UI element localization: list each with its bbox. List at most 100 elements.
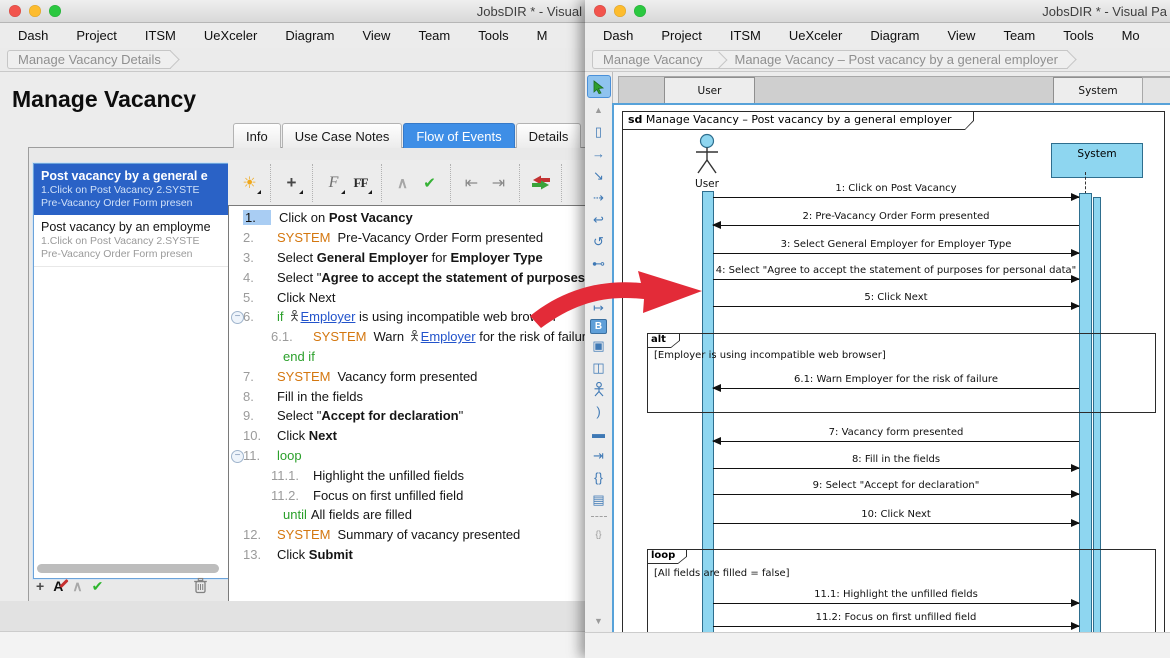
interaction-use-tool-icon[interactable]: ◫ [588, 357, 610, 378]
use-case-flow-item[interactable]: Post vacancy by an employme1.Click on Po… [34, 215, 228, 267]
brace-tool-icon[interactable]: {} [588, 523, 610, 544]
sequence-fragment-b-tool-icon[interactable]: B [590, 319, 607, 334]
message-arrow[interactable] [713, 388, 1079, 389]
menu-uexceler[interactable]: UeXceler [775, 28, 856, 43]
diagonal-message-tool-icon[interactable]: ↘ [588, 165, 610, 186]
flow-row[interactable]: 11.2.Focus on first unfilled field [229, 485, 585, 505]
termination-tool-icon[interactable]: ⇥ [588, 445, 610, 466]
menu-team[interactable]: Team [404, 28, 464, 43]
menu-team[interactable]: Team [989, 28, 1049, 43]
alt-guard[interactable]: [Employer is using incompatible web brow… [654, 350, 886, 361]
move-up-icon[interactable]: ∧ [389, 170, 416, 196]
message-arrow[interactable] [713, 523, 1079, 524]
constraint-tool-icon[interactable]: {} [588, 467, 610, 488]
combined-fragment-tool-icon[interactable]: ▣ [588, 335, 610, 356]
activation-tool-icon[interactable]: ▬ [588, 423, 610, 444]
add-step-icon[interactable]: + [278, 170, 305, 196]
message-label[interactable]: 3: Select General Employer for Employer … [713, 239, 1079, 250]
tab-use-case-notes[interactable]: Use Case Notes [282, 123, 403, 148]
flow-row[interactable]: 11.1.Highlight the unfilled fields [229, 465, 585, 485]
sequence-diagram-canvas[interactable]: sd Manage Vacancy – Post vacancy by a ge… [612, 103, 1170, 636]
font-italic-icon[interactable]: F [320, 170, 347, 196]
cursor-tool-icon[interactable] [587, 75, 611, 98]
close-button[interactable] [9, 5, 21, 17]
minimize-button[interactable] [29, 5, 41, 17]
breadcrumb-item[interactable]: Manage Vacancy Details [7, 50, 171, 69]
flow-row[interactable]: −6.ifEmployer is using incompatible web … [229, 307, 585, 327]
flow-row[interactable]: 6.1.SYSTEMWarn Employer for the risk of … [229, 327, 585, 347]
breadcrumb-item-current[interactable]: Manage Vacancy – Post vacancy by a gener… [735, 52, 1059, 67]
menu-dash[interactable]: Dash [4, 28, 62, 43]
menu-view[interactable]: View [933, 28, 989, 43]
collapse-icon[interactable]: − [231, 311, 244, 324]
continuation-tool-icon[interactable]: ) [588, 401, 610, 422]
menu-m[interactable]: M [523, 28, 562, 43]
message-arrow[interactable] [713, 603, 1079, 604]
message-arrow[interactable] [713, 279, 1079, 280]
message-label[interactable]: 11.2: Focus on first unfilled field [713, 612, 1079, 623]
message-label[interactable]: 2: Pre-Vacancy Order Form presented [713, 211, 1079, 222]
auto-number-icon[interactable]: ☀ [236, 170, 263, 196]
duration-message-tool-icon[interactable]: ⊷ [588, 253, 610, 274]
tab-info[interactable]: Info [233, 123, 281, 148]
message-arrow[interactable] [713, 494, 1079, 495]
minimize-button[interactable] [614, 5, 626, 17]
message-arrow[interactable] [713, 225, 1079, 226]
confirm-icon[interactable]: ✔ [92, 578, 104, 594]
message-label[interactable]: 4: Select "Agree to accept the statement… [713, 265, 1079, 276]
scroll-down-icon[interactable]: ▼ [588, 610, 610, 631]
flow-row[interactable]: 8.Fill in the fields [229, 386, 585, 406]
menu-tools[interactable]: Tools [1049, 28, 1107, 43]
message-label[interactable]: 9: Select "Accept for declaration" [713, 480, 1079, 491]
actor-tool-icon[interactable] [588, 379, 610, 400]
flow-row[interactable]: 12.SYSTEMSummary of vacancy presented [229, 525, 585, 545]
message-arrow[interactable] [713, 468, 1079, 469]
menu-view[interactable]: View [348, 28, 404, 43]
menu-itsm[interactable]: ITSM [131, 28, 190, 43]
message-arrow[interactable] [713, 253, 1079, 254]
sd-frame-label[interactable]: sd Manage Vacancy – Post vacancy by a ge… [622, 111, 974, 130]
tab-flow-of-events[interactable]: Flow of Events [403, 123, 514, 148]
menu-uexceler[interactable]: UeXceler [190, 28, 271, 43]
font-style-icon[interactable]: FF [347, 170, 374, 196]
flow-row[interactable]: end if [229, 347, 585, 367]
note-tool-icon[interactable]: ▤ [588, 489, 610, 510]
actor-user-icon[interactable] [692, 133, 722, 177]
alt-fragment[interactable] [647, 333, 1156, 413]
model-element-link[interactable]: Employer [288, 309, 356, 324]
menu-itsm[interactable]: ITSM [716, 28, 775, 43]
lost-message-tool-icon[interactable]: ⊸ [588, 275, 610, 296]
menu-diagram[interactable]: Diagram [271, 28, 348, 43]
menu-tools[interactable]: Tools [464, 28, 522, 43]
flow-row[interactable]: 1.Click on Post Vacancy [229, 208, 585, 228]
create-message-tool-icon[interactable]: ↦ [588, 297, 610, 318]
system-lifeline-box[interactable]: System [1051, 143, 1143, 178]
message-label[interactable]: 5: Click Next [713, 292, 1079, 303]
rename-icon[interactable]: A [53, 578, 63, 594]
outdent-icon[interactable]: ⇤ [458, 170, 485, 196]
apply-check-icon[interactable]: ✔ [416, 170, 443, 196]
message-tool-icon[interactable]: → [588, 143, 610, 164]
flow-row[interactable]: untilAll fields are filled [229, 505, 585, 525]
flow-row[interactable]: 9.Select "Accept for declaration" [229, 406, 585, 426]
flow-row[interactable]: 2.SYSTEMPre-Vacancy Order Form presented [229, 228, 585, 248]
flow-row[interactable]: 3.Select General Employer for Employer T… [229, 248, 585, 268]
scroll-up-icon[interactable]: ▲ [588, 99, 610, 120]
horizontal-scrollbar[interactable] [37, 564, 219, 573]
menu-mo[interactable]: Mo [1108, 28, 1154, 43]
zoom-button[interactable] [49, 5, 61, 17]
flow-row[interactable]: −11.loop [229, 446, 585, 466]
message-label[interactable]: 10: Click Next [713, 509, 1079, 520]
message-label[interactable]: 11.1: Highlight the unfilled fields [713, 589, 1079, 600]
add-use-case-flow-icon[interactable]: + [36, 578, 44, 594]
message-arrow[interactable] [713, 626, 1079, 627]
indent-icon[interactable]: ⇥ [485, 170, 512, 196]
flow-row[interactable]: 5.Click Next [229, 287, 585, 307]
collapse-icon[interactable]: − [231, 450, 244, 463]
open-sequence-diagram-icon[interactable] [527, 170, 554, 196]
zoom-button[interactable] [634, 5, 646, 17]
message-label[interactable]: 7: Vacancy form presented [713, 427, 1079, 438]
flow-row[interactable]: 13.Click Submit [229, 545, 585, 565]
titlebar[interactable]: JobsDIR * - Visual [0, 0, 585, 23]
loop-guard[interactable]: [All fields are filled = false] [654, 568, 790, 579]
